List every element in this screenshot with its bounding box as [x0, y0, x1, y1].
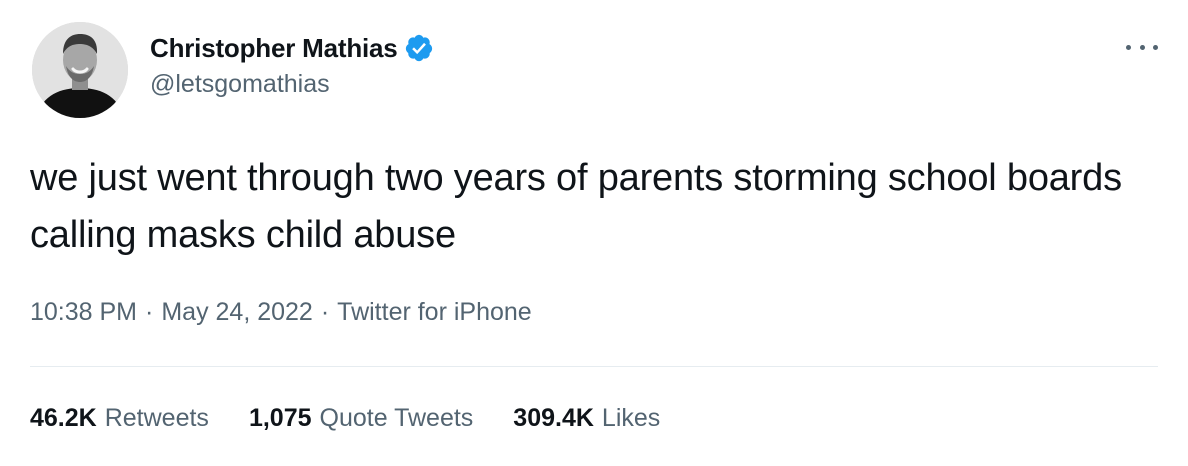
name-row: Christopher Mathias — [150, 31, 434, 65]
tweet-text: we just went through two years of parent… — [30, 157, 1122, 256]
retweets-stat[interactable]: 46.2K Retweets — [30, 398, 209, 438]
more-icon-dot — [1139, 44, 1145, 50]
likes-label: Likes — [601, 404, 661, 432]
retweets-label: Retweets — [104, 404, 209, 432]
meta-separator: · — [320, 298, 330, 326]
avatar[interactable] — [32, 22, 128, 118]
tweet-card: Christopher Mathias @letsgomathias we ju… — [0, 0, 1188, 466]
retweets-count: 46.2K — [30, 404, 97, 432]
engagement-stats: 46.2K Retweets 1,075 Quote Tweets 309.4K… — [30, 398, 700, 438]
display-name[interactable]: Christopher Mathias — [150, 31, 398, 65]
tweet-time[interactable]: 10:38 PM — [30, 298, 137, 326]
author-handle[interactable]: @letsgomathias — [150, 67, 434, 101]
tweet-date[interactable]: May 24, 2022 — [161, 298, 313, 326]
avatar-image — [32, 22, 128, 118]
tweet-meta: 10:38 PM · May 24, 2022 · Twitter for iPhone — [30, 292, 532, 332]
likes-count: 309.4K — [513, 404, 594, 432]
more-icon-dot — [1153, 44, 1158, 50]
quote-tweets-label: Quote Tweets — [319, 404, 474, 432]
meta-separator: · — [145, 298, 154, 326]
tweet-source[interactable]: Twitter for iPhone — [337, 298, 532, 326]
likes-stat[interactable]: 309.4K Likes — [513, 398, 660, 438]
more-options-button[interactable] — [1126, 38, 1158, 56]
quote-tweets-count: 1,075 — [248, 404, 312, 432]
more-icon-dot — [1126, 44, 1131, 50]
quote-tweets-stat[interactable]: 1,075 Quote Tweets — [249, 398, 473, 438]
divider — [30, 366, 1158, 367]
author-block: Christopher Mathias @letsgomathias — [150, 31, 434, 101]
verified-badge-icon — [404, 33, 434, 63]
